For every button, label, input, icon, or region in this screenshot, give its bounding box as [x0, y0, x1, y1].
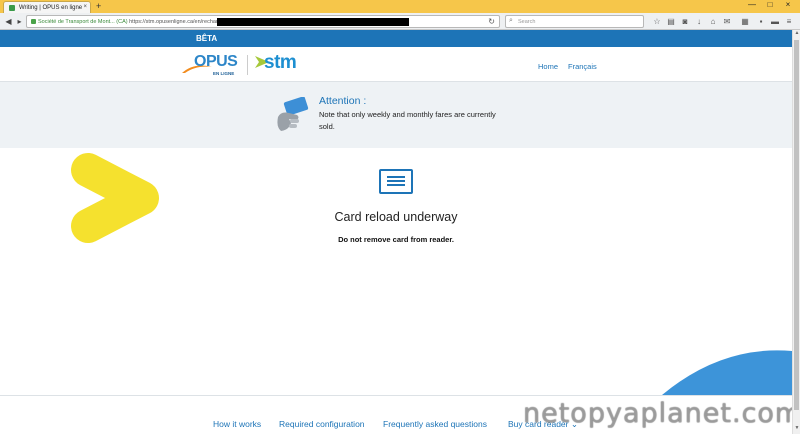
close-window-button[interactable]: ×: [780, 0, 796, 9]
opus-logo-text: OPUS: [194, 53, 238, 70]
reading-list-icon[interactable]: ▤: [666, 16, 676, 27]
home-icon[interactable]: ⌂: [708, 16, 718, 27]
url-organization: Société de Transport de Mont... (CA): [38, 19, 128, 25]
new-tab-button[interactable]: +: [96, 1, 101, 11]
scroll-up-icon[interactable]: ▲: [793, 30, 800, 36]
page-scrollbar[interactable]: ▲ ▼: [792, 30, 800, 434]
reload-status-title: Card reload underway: [334, 210, 458, 224]
extension-icon[interactable]: ▪: [756, 16, 766, 27]
nav-language-link[interactable]: Français: [568, 62, 597, 71]
logo-divider: [247, 55, 248, 75]
beta-label: BÊTA: [196, 34, 218, 43]
browser-tab[interactable]: Writing | OPUS en ligne ×: [3, 1, 91, 13]
tab-favicon-icon: [9, 5, 15, 11]
watermark-text: netopyaplanet.com: [523, 398, 800, 429]
scroll-down-icon[interactable]: ▼: [793, 425, 800, 431]
footer-faq-link[interactable]: Frequently asked questions: [383, 419, 487, 429]
footer-how-it-works-link[interactable]: How it works: [213, 419, 261, 429]
url-redaction: [217, 18, 409, 26]
stm-logo-text: stm: [264, 52, 297, 73]
site-header: OPUS EN LIGNE stm Home Français: [0, 47, 792, 82]
back-arrow-icon[interactable]: ◀: [3, 16, 14, 27]
forward-arrow-icon[interactable]: ▸: [14, 16, 25, 27]
tab-title: Writing | OPUS en ligne: [19, 5, 83, 11]
attention-title: Attention :: [319, 95, 367, 107]
download-icon[interactable]: ↓: [694, 16, 704, 27]
reload-icon[interactable]: ↻: [488, 17, 495, 26]
attention-banner: Attention : Note that only weekly and mo…: [0, 82, 792, 148]
url-text: https://stm.opusenligne.ca/en/recharge/: [129, 19, 226, 25]
search-placeholder: Search: [518, 19, 536, 25]
maximize-button[interactable]: □: [762, 0, 778, 9]
bookmark-star-icon[interactable]: ☆: [652, 16, 662, 27]
card-in-hand-icon: [277, 97, 309, 131]
opus-logo[interactable]: OPUS EN LIGNE: [182, 53, 240, 79]
lock-icon: [31, 19, 36, 24]
scrollbar-thumb[interactable]: [794, 40, 799, 410]
footer-divider: [0, 395, 792, 396]
reload-status-subtitle: Do not remove card from reader.: [338, 235, 454, 244]
yellow-arrow-decoration: [71, 153, 159, 243]
addon-icon[interactable]: ▦: [740, 16, 750, 27]
opus-logo-subtext: EN LIGNE: [213, 71, 235, 76]
search-input[interactable]: ⌕ Search: [505, 15, 644, 28]
card-reader-icon: [379, 169, 413, 194]
footer-required-configuration-link[interactable]: Required configuration: [279, 419, 365, 429]
tab-close-button[interactable]: ×: [83, 4, 87, 10]
blue-arc-decoration: [662, 350, 792, 395]
browser-titlebar: Writing | OPUS en ligne × + — □ ×: [0, 0, 800, 13]
attention-message: Note that only weekly and monthly fares …: [319, 110, 496, 131]
url-bar[interactable]: Société de Transport de Mont... (CA) htt…: [26, 15, 500, 28]
browser-navbar: ◀ ▸ Société de Transport de Mont... (CA)…: [0, 13, 800, 30]
minimize-button[interactable]: —: [744, 0, 760, 9]
pocket-icon[interactable]: ◙: [680, 16, 690, 27]
beta-banner: BÊTA: [0, 30, 792, 47]
search-icon: ⌕: [509, 17, 513, 24]
menu-icon[interactable]: ≡: [784, 16, 794, 27]
share-icon[interactable]: ✉: [722, 16, 732, 27]
pdf-icon[interactable]: ▬: [770, 16, 780, 27]
nav-home-link[interactable]: Home: [538, 62, 558, 71]
